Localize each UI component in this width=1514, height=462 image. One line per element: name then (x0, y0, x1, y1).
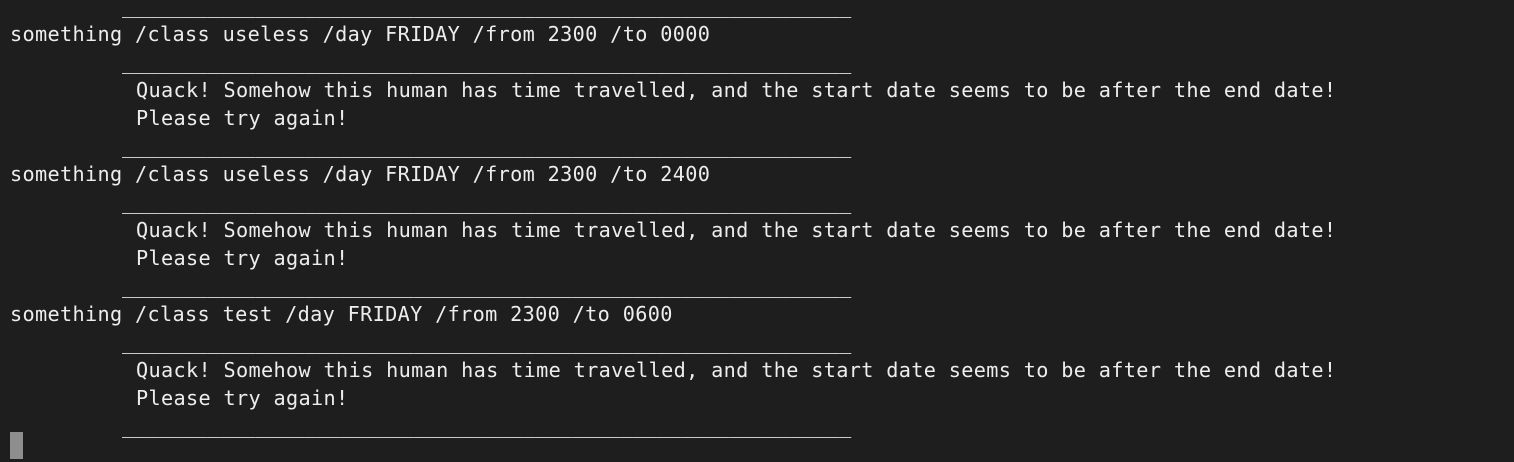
terminal-output[interactable]: ________________________________________… (10, 0, 1510, 440)
command-line: something /class useless /day FRIDAY /fr… (10, 22, 711, 46)
divider-line: ________________________________________… (122, 330, 852, 354)
error-message: Quack! Somehow this human has time trave… (136, 218, 1337, 242)
command-line: something /class useless /day FRIDAY /fr… (10, 162, 711, 186)
text-cursor[interactable] (10, 432, 23, 459)
command-line: something /class test /day FRIDAY /from … (10, 302, 673, 326)
error-message: Quack! Somehow this human has time trave… (136, 358, 1337, 382)
divider-line: ________________________________________… (122, 0, 852, 18)
divider-line: ________________________________________… (122, 414, 852, 438)
divider-line: ________________________________________… (122, 274, 852, 298)
error-retry-message: Please try again! (136, 386, 349, 410)
divider-line: ________________________________________… (122, 190, 852, 214)
error-message: Quack! Somehow this human has time trave… (136, 78, 1337, 102)
error-retry-message: Please try again! (136, 246, 349, 270)
divider-line: ________________________________________… (122, 134, 852, 158)
error-retry-message: Please try again! (136, 106, 349, 130)
divider-line: ________________________________________… (122, 50, 852, 74)
